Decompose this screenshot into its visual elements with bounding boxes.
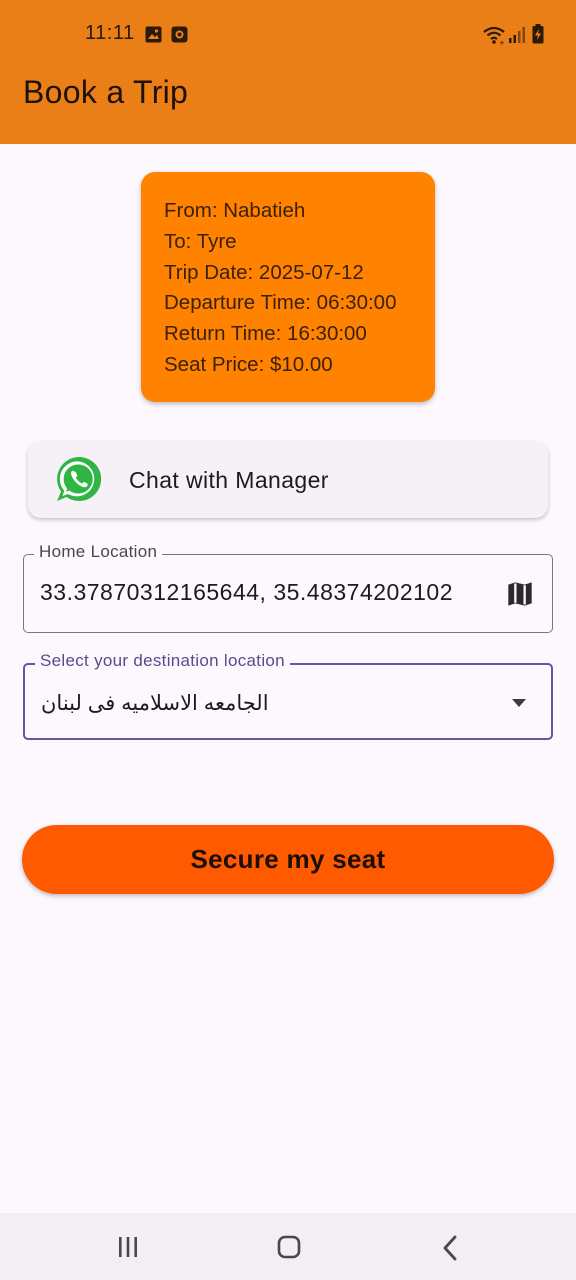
destination-dropdown[interactable]: Select your destination location الجامعه… xyxy=(23,651,553,740)
battery-charging-icon xyxy=(532,24,544,44)
page-title: Book a Trip xyxy=(23,74,189,110)
whatsapp-icon xyxy=(57,456,102,501)
home-location-label: Home Location xyxy=(34,542,163,562)
app-notification-icon xyxy=(171,26,188,43)
status-time: 11:11 xyxy=(85,22,135,44)
map-icon[interactable] xyxy=(506,580,534,608)
system-nav-bar xyxy=(0,1213,576,1280)
chat-with-manager-button[interactable]: Chat with Manager xyxy=(28,441,548,518)
trip-seat-price: Seat Price: $10.00 xyxy=(164,352,333,376)
home-location-field[interactable]: Home Location 33.37870312165644, 35.4837… xyxy=(23,542,553,633)
app-bar: 11:11 + Book a Trip xyxy=(0,0,576,144)
trip-date: Trip Date: 2025-07-12 xyxy=(164,260,364,284)
trip-details-card: From: Nabatieh To: Tyre Trip Date: 2025-… xyxy=(141,172,435,402)
gallery-icon xyxy=(145,26,162,43)
svg-text:+: + xyxy=(499,39,505,45)
destination-selected-value: الجامعه الاسلاميه فى لبنان xyxy=(41,692,269,715)
wifi-icon: + xyxy=(483,26,505,45)
chat-button-label: Chat with Manager xyxy=(129,467,329,493)
status-bar: 11:11 + xyxy=(0,0,576,70)
dropdown-arrow-icon[interactable] xyxy=(511,698,527,708)
secure-seat-button[interactable]: Secure my seat xyxy=(22,825,554,894)
recent-apps-icon[interactable] xyxy=(117,1236,139,1258)
home-icon[interactable] xyxy=(277,1235,301,1259)
back-icon[interactable] xyxy=(441,1235,459,1261)
trip-return-time: Return Time: 16:30:00 xyxy=(164,322,367,346)
destination-label: Select your destination location xyxy=(35,651,290,671)
home-location-value[interactable]: 33.37870312165644, 35.48374202102 xyxy=(40,579,482,606)
signal-icon xyxy=(509,27,525,43)
trip-departure-time: Departure Time: 06:30:00 xyxy=(164,291,397,315)
trip-to: To: Tyre xyxy=(164,229,237,253)
trip-from: From: Nabatieh xyxy=(164,199,306,222)
